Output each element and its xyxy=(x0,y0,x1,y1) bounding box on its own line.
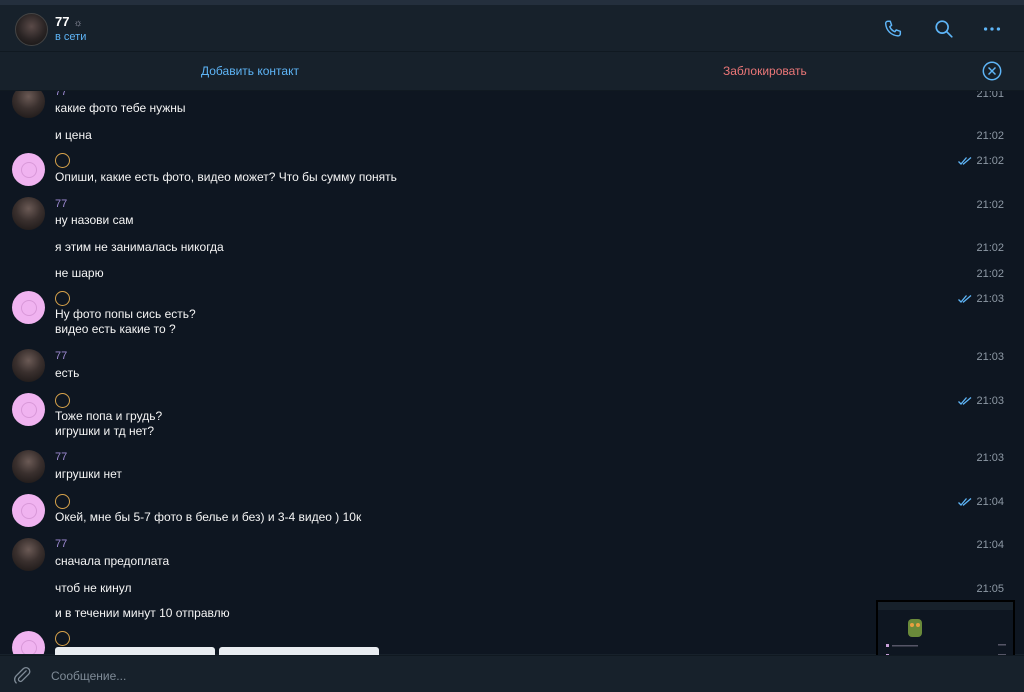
sender-name: 77 xyxy=(55,91,68,98)
message-text: сначала предоплата xyxy=(55,554,170,568)
message-text-line2: игрушки и тд нет? xyxy=(55,424,155,438)
message-time: 21:02 xyxy=(976,130,1004,142)
message-text: Окей, мне бы 5-7 фото в белье и без) и 3… xyxy=(55,510,362,524)
message-time: 21:03 xyxy=(976,395,1004,407)
sender-emoji-icon xyxy=(55,393,70,408)
contact-name-text: 77 xyxy=(55,14,70,29)
message-text: не шарю xyxy=(55,266,104,280)
sender-emoji-icon xyxy=(55,494,70,509)
avatar[interactable] xyxy=(12,291,45,324)
avatar[interactable] xyxy=(12,450,45,483)
avatar-face-icon xyxy=(21,503,37,519)
message-text: ну назови сам xyxy=(55,213,134,227)
sender-emoji-icon xyxy=(55,631,70,646)
avatar[interactable] xyxy=(12,197,45,230)
message-composer xyxy=(0,655,1024,692)
message-text: Ну фото попы сись есть? xyxy=(55,307,196,321)
avatar[interactable] xyxy=(12,349,45,382)
chat-header: 77 ☼ в сети xyxy=(0,5,1024,52)
avatar[interactable] xyxy=(12,393,45,426)
message-text: чтоб не кинул xyxy=(55,581,132,595)
message-time: 21:03 xyxy=(976,293,1004,305)
message-text: и в течении минут 10 отправлю xyxy=(55,606,230,620)
message-text: Тоже попа и грудь? xyxy=(55,409,163,423)
search-icon[interactable] xyxy=(933,18,955,40)
avatar[interactable] xyxy=(12,91,45,118)
media-preview[interactable] xyxy=(219,647,379,655)
read-checkmarks-icon xyxy=(958,397,972,405)
message-time: 21:04 xyxy=(976,539,1004,551)
message-time: 21:02 xyxy=(976,155,1004,167)
sender-name: 77 xyxy=(55,538,68,550)
message-list[interactable]: 77 какие фото тебе нужны 21:01 и цена 21… xyxy=(0,91,1024,654)
block-button[interactable]: Заблокировать xyxy=(723,64,807,78)
contact-action-bar: Добавить контакт Заблокировать xyxy=(0,52,1024,91)
message-time: 21:03 xyxy=(976,351,1004,363)
avatar[interactable] xyxy=(12,538,45,571)
avatar[interactable] xyxy=(12,631,45,654)
avatar-face-icon xyxy=(21,402,37,418)
more-icon[interactable] xyxy=(981,18,1003,40)
attach-icon[interactable] xyxy=(12,665,32,685)
message-time: 21:05 xyxy=(976,583,1004,595)
avatar[interactable] xyxy=(12,494,45,527)
close-icon[interactable] xyxy=(981,60,1003,82)
message-time: 21:02 xyxy=(976,199,1004,211)
contact-name[interactable]: 77 ☼ xyxy=(55,14,83,29)
avatar-face-icon xyxy=(21,640,37,654)
avatar-face-icon xyxy=(21,162,37,178)
sender-name: 77 xyxy=(55,451,68,463)
avatar[interactable] xyxy=(12,153,45,186)
contact-status: в сети xyxy=(55,31,87,43)
contact-avatar[interactable] xyxy=(15,13,48,46)
message-text: игрушки нет xyxy=(55,467,122,481)
avatar-face-icon xyxy=(21,300,37,316)
sender-name: 77 xyxy=(55,350,68,362)
sender-emoji-icon xyxy=(55,153,70,168)
message-text: Опиши, какие есть фото, видео может? Что… xyxy=(55,170,397,184)
message-time: 21:02 xyxy=(976,268,1004,280)
message-input[interactable] xyxy=(49,666,813,686)
message-text: есть xyxy=(55,366,80,380)
sender-emoji-icon xyxy=(55,291,70,306)
message-time: 21:02 xyxy=(976,242,1004,254)
name-decoration-icon: ☼ xyxy=(73,18,83,29)
phone-icon[interactable] xyxy=(882,18,904,40)
read-checkmarks-icon xyxy=(958,498,972,506)
read-checkmarks-icon xyxy=(958,295,972,303)
message-text: и цена xyxy=(55,128,92,142)
message-time: 21:03 xyxy=(976,452,1004,464)
message-text: я этим не занималась никогда xyxy=(55,240,224,254)
read-checkmarks-icon xyxy=(958,157,972,165)
message-text-line2: видео есть какие то ? xyxy=(55,322,176,336)
message-time: 21:01 xyxy=(976,91,1004,100)
media-preview[interactable] xyxy=(55,647,215,655)
sender-name: 77 xyxy=(55,198,68,210)
add-contact-button[interactable]: Добавить контакт xyxy=(201,64,299,78)
message-text: какие фото тебе нужны xyxy=(55,101,186,115)
message-time: 21:04 xyxy=(976,496,1004,508)
